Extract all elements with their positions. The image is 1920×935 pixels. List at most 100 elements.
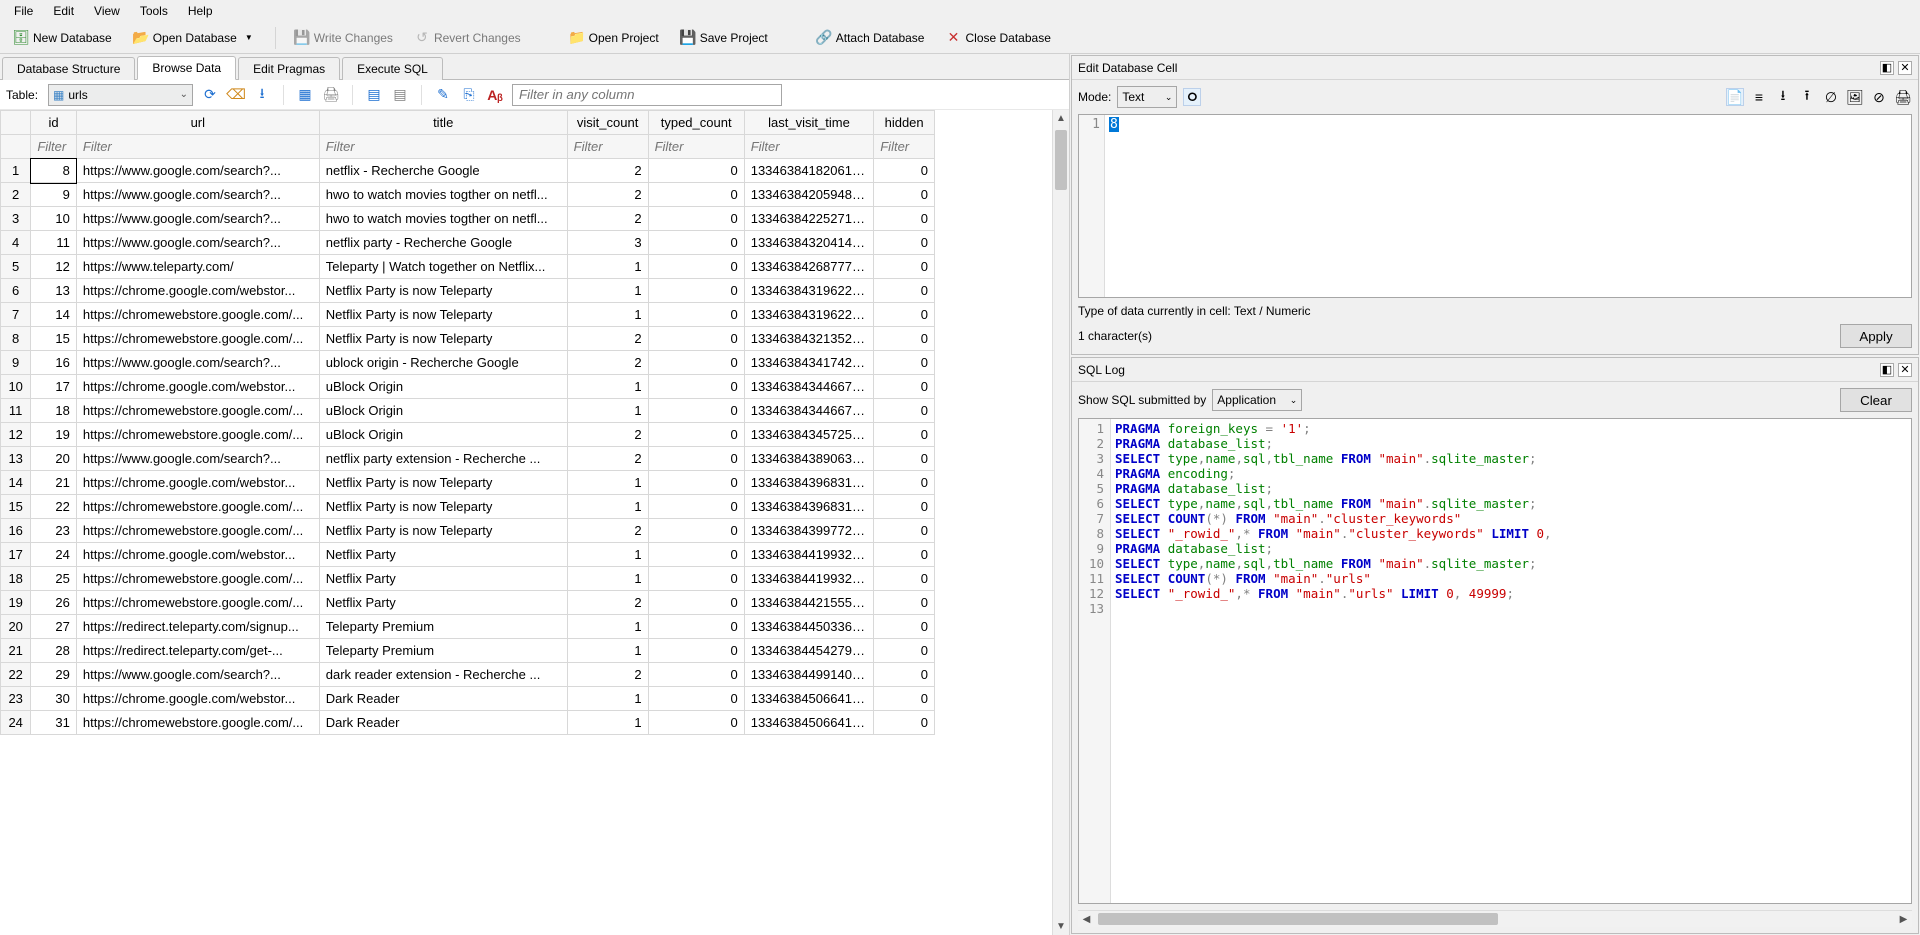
cell-visit-count[interactable]: 2 [567,159,648,183]
cell-title[interactable]: Netflix Party is now Teleparty [319,495,567,519]
open-project-button[interactable]: 📁Open Project [560,26,668,50]
clear-icon[interactable]: ⊘ [1870,88,1888,106]
cell-last-visit[interactable]: 13346384320414294 [744,231,874,255]
cell-typed-count[interactable]: 0 [648,567,744,591]
cell-hidden[interactable]: 0 [874,351,935,375]
cell-title[interactable]: uBlock Origin [319,399,567,423]
cell-hidden[interactable]: 0 [874,543,935,567]
cell-id[interactable]: 21 [31,471,77,495]
cell-hidden[interactable]: 0 [874,327,935,351]
cell-last-visit[interactable]: 13346384344667706 [744,375,874,399]
table-row[interactable]: 1926https://chromewebstore.google.com/..… [1,591,935,615]
wrap-icon[interactable]: ≡ [1750,88,1768,106]
cell-title[interactable]: Teleparty Premium [319,615,567,639]
cell-last-visit[interactable]: 13346384389063128 [744,447,874,471]
cell-url[interactable]: https://chromewebstore.google.com/... [76,399,319,423]
export-icon[interactable]: ▦ [296,86,314,104]
table-row[interactable]: 310https://www.google.com/search?...hwo … [1,207,935,231]
cell-visit-count[interactable]: 2 [567,591,648,615]
export-icon[interactable]: ⭱ [1798,88,1816,106]
cell-hidden[interactable]: 0 [874,207,935,231]
cell-url[interactable]: https://chrome.google.com/webstor... [76,279,319,303]
cell-last-visit[interactable]: 13346384396831513 [744,495,874,519]
menu-file[interactable]: File [4,2,43,20]
cell-url[interactable]: https://chromewebstore.google.com/... [76,327,319,351]
cell-title[interactable]: Netflix Party is now Teleparty [319,327,567,351]
cell-last-visit[interactable]: 13346384454279756 [744,639,874,663]
table-row[interactable]: 1219https://chromewebstore.google.com/..… [1,423,935,447]
table-row[interactable]: 411https://www.google.com/search?...netf… [1,231,935,255]
cell-visit-count[interactable]: 2 [567,423,648,447]
table-row[interactable]: 29https://www.google.com/search?...hwo t… [1,183,935,207]
cell-visit-count[interactable]: 3 [567,231,648,255]
cell-visit-count[interactable]: 1 [567,255,648,279]
cell-hidden[interactable]: 0 [874,687,935,711]
cell-id[interactable]: 16 [31,351,77,375]
table-row[interactable]: 18https://www.google.com/search?...netfl… [1,159,935,183]
close-database-button[interactable]: ✕Close Database [936,26,1059,50]
cell-last-visit[interactable]: 13346384506641276 [744,711,874,735]
cell-last-visit[interactable]: 13346384225271788 [744,207,874,231]
cell-id[interactable]: 8 [31,159,77,183]
tab-structure[interactable]: Database Structure [2,57,135,80]
cell-hidden[interactable]: 0 [874,159,935,183]
cell-url[interactable]: https://www.google.com/search?... [76,207,319,231]
filter-id[interactable] [37,139,70,154]
cell-visit-count[interactable]: 1 [567,687,648,711]
cell-id[interactable]: 17 [31,375,77,399]
cell-visit-count[interactable]: 1 [567,399,648,423]
cell-typed-count[interactable]: 0 [648,159,744,183]
cell-last-visit[interactable]: 13346384396831513 [744,471,874,495]
insert-row-icon[interactable]: ▤ [365,86,383,104]
cell-id[interactable]: 22 [31,495,77,519]
cell-last-visit[interactable]: 13346384506641276 [744,687,874,711]
table-row[interactable]: 2330https://chrome.google.com/webstor...… [1,687,935,711]
cell-id[interactable]: 11 [31,231,77,255]
cell-title[interactable]: hwo to watch movies togther on netfl... [319,183,567,207]
cell-visit-count[interactable]: 2 [567,183,648,207]
col-header-last-visit[interactable]: last_visit_time [744,111,874,135]
cell-typed-count[interactable]: 0 [648,207,744,231]
cell-typed-count[interactable]: 0 [648,423,744,447]
cell-url[interactable]: https://chromewebstore.google.com/... [76,591,319,615]
table-row[interactable]: 1522https://chromewebstore.google.com/..… [1,495,935,519]
cell-last-visit[interactable]: 13346384182061840 [744,159,874,183]
image-icon[interactable]: 🖼 [1846,88,1864,106]
format-toggle-icon[interactable]: 🞇 [1183,88,1201,106]
cell-last-visit[interactable]: 13346384419932204 [744,567,874,591]
cell-hidden[interactable]: 0 [874,399,935,423]
menu-view[interactable]: View [84,2,130,20]
cell-title[interactable]: Netflix Party [319,591,567,615]
menu-help[interactable]: Help [178,2,223,20]
cell-last-visit[interactable]: 13346384421555283 [744,591,874,615]
cell-typed-count[interactable]: 0 [648,399,744,423]
filter-typed[interactable] [655,139,738,154]
close-panel-icon[interactable]: ✕ [1898,61,1912,75]
cell-hidden[interactable]: 0 [874,519,935,543]
cell-typed-count[interactable]: 0 [648,615,744,639]
cell-typed-count[interactable]: 0 [648,279,744,303]
cell-visit-count[interactable]: 2 [567,327,648,351]
table-row[interactable]: 714https://chromewebstore.google.com/...… [1,303,935,327]
cell-url[interactable]: https://chrome.google.com/webstor... [76,375,319,399]
print-icon[interactable]: 🖨 [322,86,340,104]
cell-typed-count[interactable]: 0 [648,471,744,495]
cell-visit-count[interactable]: 1 [567,567,648,591]
cell-last-visit[interactable]: 13346384344667706 [744,399,874,423]
cell-url[interactable]: https://redirect.teleparty.com/signup... [76,615,319,639]
format-icon[interactable]: Aᵦ [486,86,504,104]
print-icon[interactable]: 🖨 [1894,88,1912,106]
cell-url[interactable]: https://www.google.com/search?... [76,447,319,471]
delete-row-icon[interactable]: ▤ [391,86,409,104]
cell-typed-count[interactable]: 0 [648,327,744,351]
cell-typed-count[interactable]: 0 [648,231,744,255]
table-row[interactable]: 1825https://chromewebstore.google.com/..… [1,567,935,591]
cell-id[interactable]: 18 [31,399,77,423]
cell-hidden[interactable]: 0 [874,567,935,591]
clear-filter-icon[interactable]: ⌫ [227,86,245,104]
new-database-button[interactable]: 🗄New Database [4,26,121,50]
cell-hidden[interactable]: 0 [874,303,935,327]
cell-typed-count[interactable]: 0 [648,711,744,735]
cell-visit-count[interactable]: 1 [567,495,648,519]
cell-visit-count[interactable]: 2 [567,663,648,687]
